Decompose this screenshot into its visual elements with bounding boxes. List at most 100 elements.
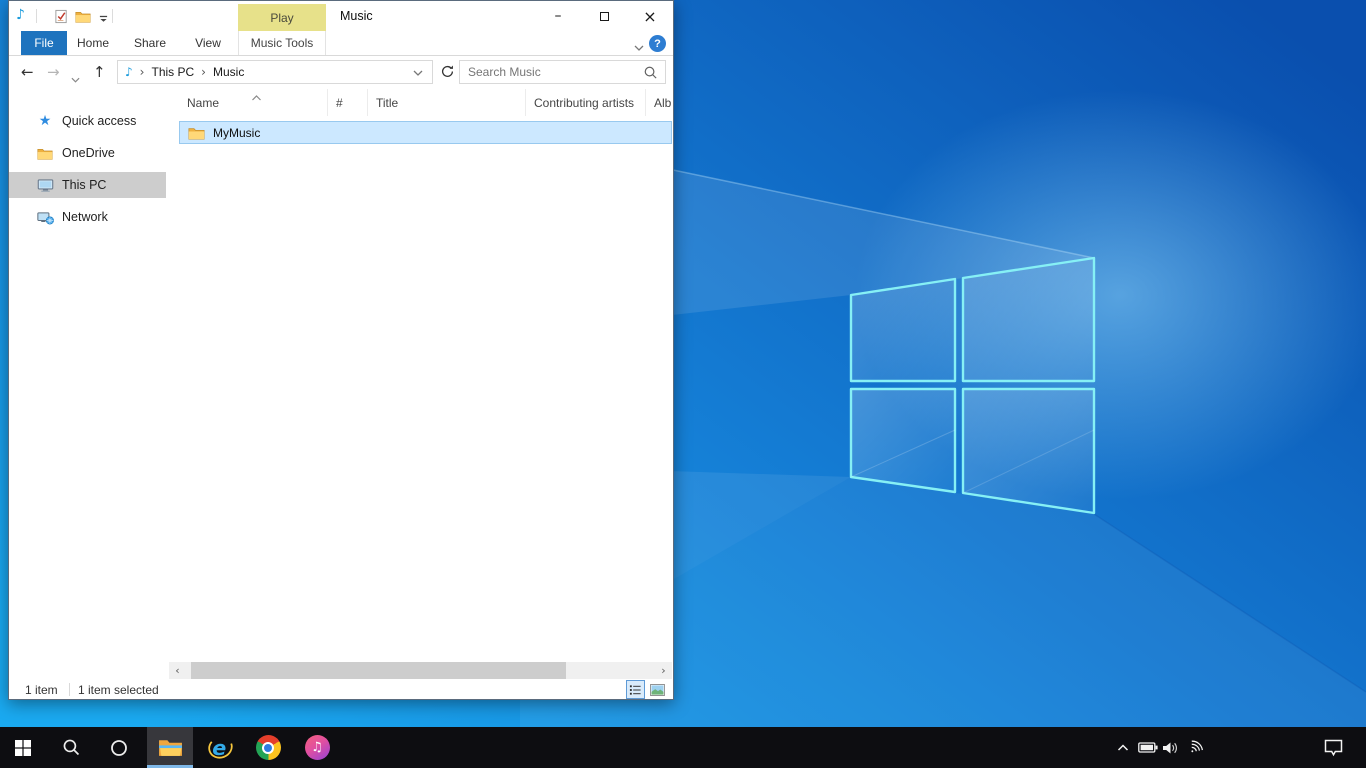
navigation-pane: ★ Quick access OneDrive This PC xyxy=(9,89,166,659)
column-label: Alb xyxy=(654,96,671,110)
toolbar-dropdown-icon xyxy=(99,15,108,23)
breadcrumb-separator-icon[interactable]: › xyxy=(140,65,145,79)
properties-quick-button[interactable] xyxy=(53,8,69,24)
column-header-album[interactable]: Alb xyxy=(646,89,672,116)
sidebar-item-network[interactable]: Network xyxy=(9,204,166,230)
thumbnail-view-icon xyxy=(650,684,665,696)
refresh-button[interactable] xyxy=(440,64,456,80)
column-header-contributing-artists[interactable]: Contributing artists xyxy=(526,89,646,116)
close-button[interactable]: × xyxy=(627,1,673,31)
itunes-icon: ♫ xyxy=(305,735,330,760)
details-view-button[interactable] xyxy=(626,680,645,699)
ribbon-tabs: File Home Share View Music Tools ? xyxy=(9,31,673,56)
play-contextual-tab-header[interactable]: Play xyxy=(238,4,326,31)
up-button[interactable]: ↑ xyxy=(93,63,106,81)
music-note-window-icon: ♪ xyxy=(16,7,25,23)
scroll-right-arrow[interactable]: › xyxy=(655,662,672,679)
sidebar-item-quick-access[interactable]: ★ Quick access xyxy=(9,108,166,134)
chevron-down-icon xyxy=(634,45,644,51)
horizontal-scrollbar[interactable]: ‹ › xyxy=(169,662,672,679)
view-switcher xyxy=(623,680,667,699)
show-hidden-icons-button[interactable] xyxy=(1112,727,1134,768)
navigation-bar: ← → ↑ ♪ › This PC › Music xyxy=(9,56,673,89)
back-button[interactable]: ← xyxy=(21,63,34,81)
scroll-left-arrow[interactable]: ‹ xyxy=(169,662,186,679)
taskbar-itunes-button[interactable]: ♫ xyxy=(294,727,340,768)
properties-check-icon xyxy=(54,9,69,24)
item-count: 1 item xyxy=(25,683,58,697)
breadcrumb-separator-icon[interactable]: › xyxy=(201,65,206,79)
tab-file[interactable]: File xyxy=(21,31,67,55)
search-icon[interactable] xyxy=(643,65,658,85)
search-box xyxy=(459,60,666,84)
column-header-number[interactable]: # xyxy=(328,89,368,116)
tab-share[interactable]: Share xyxy=(127,31,173,55)
file-explorer-window: ♪ Play Music – xyxy=(8,0,674,700)
minimize-button[interactable]: – xyxy=(535,1,581,31)
tab-music-tools[interactable]: Music Tools xyxy=(238,31,326,55)
quick-access-star-icon: ★ xyxy=(36,113,54,130)
window-title: Music xyxy=(340,9,373,23)
column-headers: Name # Title Contributing artists Alb xyxy=(169,89,672,116)
help-button[interactable]: ? xyxy=(649,35,666,52)
sidebar-item-label: This PC xyxy=(62,178,106,192)
toolbar-separator xyxy=(36,9,37,23)
svg-text:e: e xyxy=(212,736,226,760)
cortana-circle-icon xyxy=(110,739,128,757)
tab-view[interactable]: View xyxy=(185,31,231,55)
maximize-icon xyxy=(600,12,609,21)
chevron-up-icon xyxy=(1117,744,1129,752)
taskbar-file-explorer-button[interactable] xyxy=(147,727,193,768)
file-row-mymusic[interactable]: MyMusic xyxy=(179,121,672,144)
status-bar: 1 item 1 item selected xyxy=(9,679,672,699)
column-header-name[interactable]: Name xyxy=(169,89,328,116)
sidebar-item-this-pc[interactable]: This PC xyxy=(9,172,166,198)
previous-locations-button[interactable] xyxy=(413,63,423,81)
music-note-address-icon: ♪ xyxy=(125,65,133,79)
large-icons-view-button[interactable] xyxy=(648,680,667,699)
recent-locations-button[interactable] xyxy=(71,70,80,88)
chevron-down-icon xyxy=(413,70,423,76)
tab-home[interactable]: Home xyxy=(70,31,116,55)
customize-quick-access-toolbar-button[interactable] xyxy=(95,11,111,27)
column-header-title[interactable]: Title xyxy=(368,89,526,116)
action-center-button[interactable] xyxy=(1320,727,1346,768)
sidebar-item-label: Network xyxy=(62,210,108,224)
forward-button[interactable]: → xyxy=(47,63,60,81)
folder-icon xyxy=(75,10,91,23)
cortana-button[interactable] xyxy=(96,727,142,768)
toolbar-separator xyxy=(112,9,113,23)
refresh-icon xyxy=(440,64,455,79)
taskbar-search-button[interactable] xyxy=(48,727,94,768)
notification-bubble-icon xyxy=(1323,738,1344,757)
taskbar-chrome-button[interactable] xyxy=(245,727,291,768)
search-input[interactable] xyxy=(460,62,632,82)
folder-icon xyxy=(188,126,205,140)
battery-tray-icon[interactable] xyxy=(1136,727,1159,768)
minimize-icon: – xyxy=(555,8,562,24)
breadcrumb-this-pc[interactable]: This PC xyxy=(151,65,194,79)
sidebar-item-onedrive[interactable]: OneDrive xyxy=(9,140,166,166)
maximize-button[interactable] xyxy=(581,1,627,31)
scrollbar-thumb[interactable] xyxy=(191,662,566,679)
windows-start-icon xyxy=(15,740,31,756)
battery-icon xyxy=(1138,742,1158,753)
network-icon xyxy=(36,209,54,226)
network-tray-icon[interactable] xyxy=(1184,727,1206,768)
new-folder-quick-button[interactable] xyxy=(75,8,91,24)
music-notes-icon: ♫ xyxy=(311,740,323,755)
volume-tray-icon[interactable] xyxy=(1160,727,1182,768)
file-explorer-icon xyxy=(158,738,183,758)
expand-ribbon-button[interactable] xyxy=(634,40,644,54)
sidebar-item-label: Quick access xyxy=(62,114,136,128)
status-separator xyxy=(69,683,70,696)
address-bar[interactable]: ♪ › This PC › Music xyxy=(117,60,433,84)
start-button[interactable] xyxy=(0,727,46,768)
taskbar-internet-explorer-button[interactable]: e xyxy=(197,727,243,768)
title-bar[interactable]: ♪ Play Music – xyxy=(9,1,673,31)
breadcrumb-music[interactable]: Music xyxy=(213,65,244,79)
column-label: # xyxy=(336,96,343,110)
this-pc-monitor-icon xyxy=(36,177,54,194)
sidebar-item-label: OneDrive xyxy=(62,146,115,160)
column-label: Name xyxy=(187,96,219,110)
